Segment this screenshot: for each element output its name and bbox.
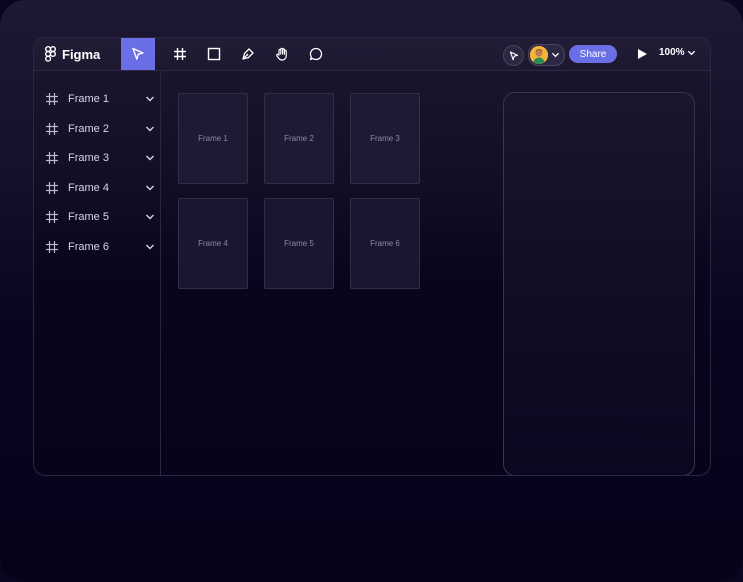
app-name: Figma [62,46,101,62]
hash-frame-icon [174,48,186,60]
layer-label: Frame 6 [68,241,109,253]
layer-item[interactable]: Frame 2 [45,119,155,139]
hash-frame-icon [46,93,58,105]
layer-item[interactable]: Frame 3 [45,148,155,168]
avatar [530,46,548,64]
canvas-frame[interactable]: Frame 1 [178,93,248,184]
hash-frame-icon [46,241,58,253]
canvas-frame[interactable]: Frame 6 [350,198,420,289]
layer-label: Frame 4 [68,182,109,194]
app-logo[interactable]: Figma [45,45,100,63]
chevron-down-icon[interactable] [145,183,155,193]
chevron-down-icon [551,52,560,58]
app-backdrop: Figma Share 100% Frame 1 Frame 2 Frame 3… [0,0,743,582]
layer-label: Frame 1 [68,93,109,105]
chevron-down-icon[interactable] [145,153,155,163]
cursor-arrow-icon [509,51,518,60]
properties-panel [503,92,695,475]
cursor-chat-chip[interactable] [503,45,524,66]
hand-tool-button[interactable] [265,38,299,70]
toolbar: Figma Share 100% [34,38,710,71]
hash-frame-icon [46,123,58,135]
chevron-down-icon[interactable] [145,212,155,222]
layer-label: Frame 3 [68,152,109,164]
frame-tool-button[interactable] [163,38,197,70]
share-button[interactable]: Share [569,45,617,63]
chevron-down-icon[interactable] [145,242,155,252]
hash-frame-icon [46,211,58,223]
move-tool-button[interactable] [121,38,155,70]
layer-label: Frame 2 [68,123,109,135]
pen-icon [242,48,254,60]
layer-item[interactable]: Frame 4 [45,178,155,198]
play-icon [638,49,647,59]
canvas-frame[interactable]: Frame 5 [264,198,334,289]
hand-icon [276,47,287,61]
figma-window: Figma Share 100% Frame 1 Frame 2 Frame 3… [33,37,711,476]
collaborator-menu[interactable] [528,44,565,66]
rectangle-tool-button[interactable] [197,38,231,70]
canvas-frame[interactable]: Frame 3 [350,93,420,184]
pen-tool-button[interactable] [231,38,265,70]
zoom-menu[interactable]: 100% [659,47,696,58]
layer-label: Frame 5 [68,211,109,223]
square-icon [207,47,221,61]
chevron-down-icon[interactable] [145,124,155,134]
comment-tool-button[interactable] [299,38,333,70]
speech-bubble-icon [309,47,323,61]
present-button[interactable] [634,46,650,62]
zoom-level: 100% [659,47,685,58]
chevron-down-icon[interactable] [145,94,155,104]
layer-item[interactable]: Frame 5 [45,207,155,227]
hash-frame-icon [46,152,58,164]
figma-icon [45,46,56,62]
hash-frame-icon [46,182,58,194]
canvas-frame[interactable]: Frame 4 [178,198,248,289]
canvas-frame[interactable]: Frame 2 [264,93,334,184]
chevron-down-icon [687,50,695,55]
layer-item[interactable]: Frame 6 [45,237,155,257]
layer-item[interactable]: Frame 1 [45,89,155,109]
layers-panel: Frame 1 Frame 2 Frame 3 Frame 4 Frame 5 [34,71,161,475]
cursor-arrow-icon [132,47,144,60]
